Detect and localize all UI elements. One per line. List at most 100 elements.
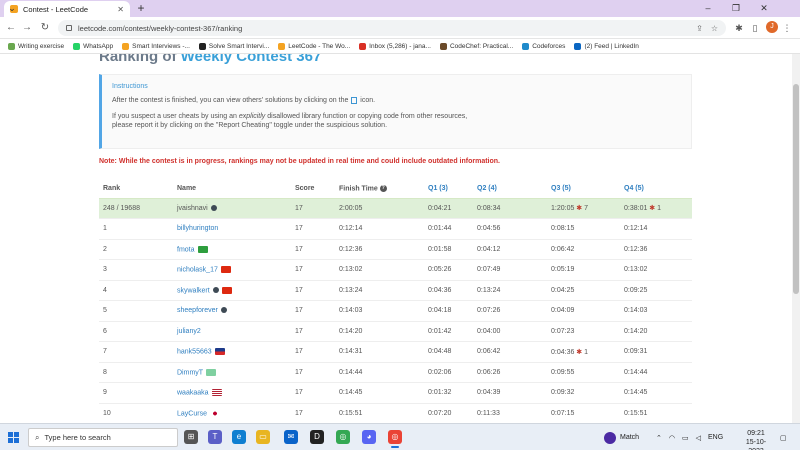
score-cell: 17 <box>291 361 335 383</box>
dell-icon[interactable]: D <box>310 430 324 444</box>
user-name-link[interactable]: billyhurington <box>173 218 291 239</box>
bookmark-label: Solve Smart Intervi... <box>208 42 270 50</box>
bookmark-item[interactable]: Codeforces <box>522 42 565 50</box>
instructions-line-1: After the contest is finished, you can v… <box>112 96 376 104</box>
q3-time-cell: 0:08:15 <box>547 218 620 239</box>
chrome-active-icon[interactable]: ◎ <box>388 430 402 448</box>
col-q4[interactable]: Q4 (5) <box>620 180 692 198</box>
tab-search-icon[interactable]: ⌄ <box>0 0 24 17</box>
q1-time-cell: 0:04:18 <box>424 300 473 321</box>
wrong-submission-count: 7 <box>584 205 589 213</box>
taskbar-clock[interactable]: 09:21 15-10-2023 <box>740 429 772 450</box>
bookmark-favicon-icon <box>122 42 130 50</box>
help-icon[interactable]: ? <box>379 185 387 193</box>
bookmark-item[interactable]: CodeChef: Practical... <box>439 42 514 50</box>
bookmark-star-icon[interactable]: ☆ <box>711 24 718 33</box>
taskbar-search-box[interactable]: ⌕ Type here to search <box>28 428 178 447</box>
language-indicator[interactable]: ENG <box>708 434 723 441</box>
q3-time-cell: 0:09:32 <box>547 382 620 403</box>
bookmark-item[interactable]: Solve Smart Intervi... <box>198 42 270 50</box>
ranking-header-row: Rank Name Score Finish Time? Q1 (3) Q2 (… <box>99 180 692 198</box>
scrollbar-thumb[interactable] <box>793 84 799 294</box>
col-q1[interactable]: Q1 (3) <box>424 180 473 198</box>
page-scrollbar[interactable] <box>792 54 800 423</box>
rank-cell: 2 <box>99 238 173 260</box>
finish-time-cell: 2:00:05 <box>335 197 424 219</box>
user-name-link[interactable]: nicholask_17 <box>173 259 291 280</box>
bookmark-item[interactable]: WhatsApp <box>73 42 113 50</box>
news-widget[interactable]: Match <box>604 424 639 450</box>
bookmark-item[interactable]: LeetCode - The Wo... <box>278 42 350 50</box>
country-flag-icon <box>209 409 220 417</box>
user-name-link[interactable]: fmota <box>173 238 291 260</box>
user-name-link[interactable]: skywalkert <box>173 279 291 301</box>
minimize-icon[interactable]: – <box>696 0 720 17</box>
mail-icon[interactable]: ✉ <box>284 430 298 444</box>
browser-toolbar: ← → ↻ leetcode.com/contest/weekly-contes… <box>0 17 800 39</box>
share-icon[interactable]: ⇪ <box>696 24 703 33</box>
q1-time-cell: 0:04:36 <box>424 279 473 301</box>
battery-icon[interactable]: ▭ <box>682 434 689 442</box>
q4-time-cell: 0:12:36 <box>620 238 692 260</box>
tray-chevron-up-icon[interactable]: ⌃ <box>656 434 662 442</box>
col-q2[interactable]: Q2 (4) <box>473 180 547 198</box>
reload-icon[interactable]: ↻ <box>38 20 52 36</box>
q2-time-cell: 0:04:56 <box>473 218 547 239</box>
back-icon[interactable]: ← <box>4 20 18 36</box>
contest-name-link[interactable]: Weekly Contest 367 <box>181 54 322 65</box>
file-explorer-icon[interactable]: ▭ <box>256 430 270 444</box>
wifi-icon[interactable]: ◠ <box>669 434 675 442</box>
score-cell: 17 <box>291 218 335 239</box>
q3-time-cell: 0:06:42 <box>547 238 620 260</box>
bookmark-item[interactable]: Writing exercise <box>8 42 64 50</box>
tab-close-icon[interactable]: ✕ <box>117 5 124 14</box>
q4-time-cell: 0:38:01 ✱ 1 <box>620 197 692 219</box>
user-name-link[interactable]: waakaaka <box>173 382 291 403</box>
q2-time-cell: 0:06:26 <box>473 361 547 383</box>
side-panel-icon[interactable]: ▯ <box>748 20 762 36</box>
chrome-icon[interactable]: ◎ <box>336 430 350 444</box>
score-cell: 17 <box>291 238 335 260</box>
q2-time-cell: 0:04:39 <box>473 382 547 403</box>
user-name-link[interactable]: hank55663 <box>173 341 291 362</box>
url-text: leetcode.com/contest/weekly-contest-367/… <box>78 23 243 33</box>
bookmark-item[interactable]: (2) Feed | LinkedIn <box>574 42 639 50</box>
col-score: Score <box>295 185 315 193</box>
teams-icon[interactable]: T <box>208 430 222 444</box>
table-row: 9 waakaaka 17 0:14:45 0:01:32 0:04:39 0:09:32 0… <box>99 382 692 403</box>
q2-time-cell: 0:11:33 <box>473 402 547 423</box>
instructions-line-2: If you suspect a user cheats by using an… <box>112 113 468 120</box>
score-cell: 17 <box>291 197 335 219</box>
user-name-link[interactable]: DimmyT <box>173 361 291 383</box>
user-name-link[interactable]: juliany2 <box>173 320 291 342</box>
q1-time-cell: 0:01:32 <box>424 382 473 403</box>
address-bar[interactable]: leetcode.com/contest/weekly-contest-367/… <box>58 20 726 36</box>
user-name-link[interactable]: jvaishnavi <box>173 197 291 219</box>
q4-time-cell: 0:13:02 <box>620 259 692 280</box>
user-name-link[interactable]: LayCurse <box>173 402 291 423</box>
edge-icon[interactable]: e <box>232 430 246 444</box>
finish-time-cell: 0:15:51 <box>335 402 424 423</box>
task-view-icon[interactable]: ⊞ <box>184 430 198 444</box>
bookmark-item[interactable]: Inbox (5,286) - jana... <box>359 42 431 50</box>
volume-icon[interactable]: ◁ <box>696 434 701 442</box>
menu-kebab-icon[interactable]: ⋮ <box>780 20 794 36</box>
notifications-icon[interactable]: ▢ <box>780 424 787 450</box>
discord-icon[interactable]: ◕ <box>362 430 376 444</box>
bookmark-item[interactable]: Smart Interviews -... <box>122 42 190 50</box>
profile-avatar[interactable]: J <box>766 21 778 33</box>
forward-icon[interactable]: → <box>20 20 34 36</box>
q3-time-cell: 0:04:36 ✱ 1 <box>547 341 620 362</box>
windows-start-icon[interactable] <box>8 432 19 443</box>
restore-icon[interactable]: ❐ <box>724 0 748 17</box>
q4-time-cell: 0:12:14 <box>620 218 692 239</box>
bookmark-label: CodeChef: Practical... <box>449 42 514 50</box>
new-tab-button[interactable]: + <box>134 1 148 15</box>
close-window-icon[interactable]: ✕ <box>752 0 776 17</box>
col-q3[interactable]: Q3 (5) <box>547 180 620 198</box>
user-name-link[interactable]: sheepforever <box>173 300 291 321</box>
country-flag-icon <box>206 368 217 376</box>
extensions-icon[interactable]: ✱ <box>732 20 746 36</box>
table-row: 7 hank55663 17 0:14:31 0:04:48 0:06:42 0:04:36… <box>99 341 692 362</box>
finish-time-cell: 0:12:14 <box>335 218 424 239</box>
